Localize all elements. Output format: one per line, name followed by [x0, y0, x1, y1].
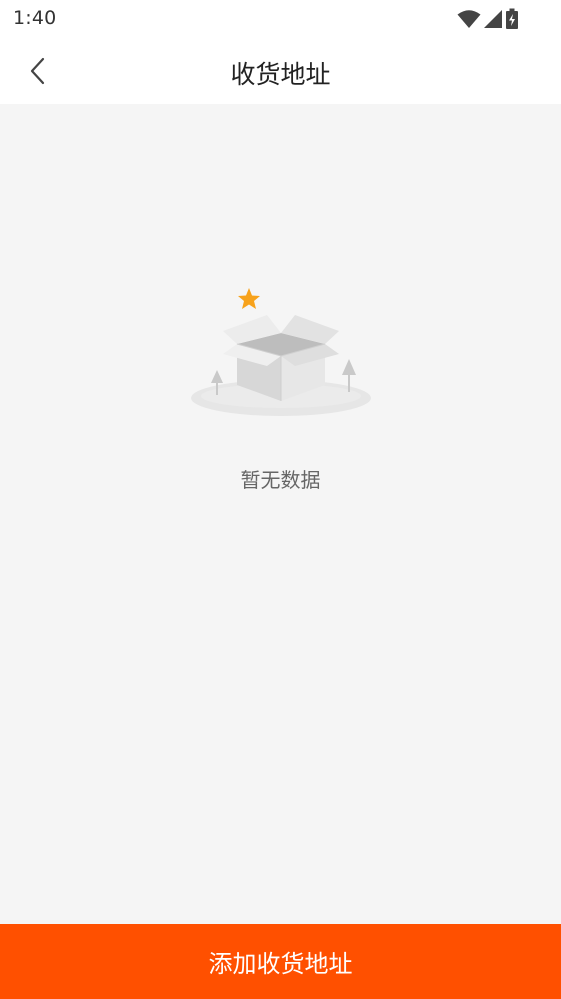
add-address-button[interactable]: 添加收货地址 — [0, 924, 561, 999]
empty-state-text: 暂无数据 — [240, 468, 321, 492]
page-title: 收货地址 — [230, 60, 331, 89]
wifi-icon — [457, 10, 481, 28]
navigation-bar: 收货地址 — [0, 38, 561, 104]
content-area: 暂无数据 — [0, 104, 561, 924]
status-icons — [457, 8, 519, 30]
status-time: 1:40 — [13, 7, 57, 29]
status-bar: 1:40 — [0, 0, 561, 38]
battery-charging-icon — [506, 8, 518, 29]
open-box-icon — [191, 288, 371, 416]
address-list-screen: 1:40 收货地址 暂无数据 添加收货地址 — [0, 0, 561, 999]
cellular-signal-icon — [484, 10, 502, 28]
